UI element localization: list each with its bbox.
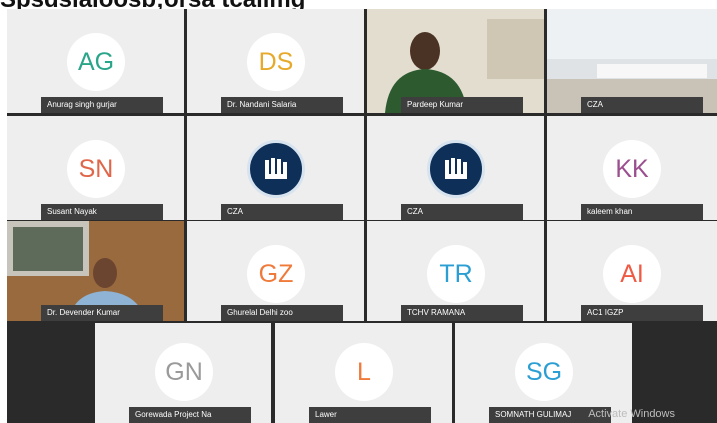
avatar: SN bbox=[67, 140, 125, 198]
video-grid: AG Anurag singh gurjar DS Dr. Nandani Sa… bbox=[7, 9, 717, 423]
avatar-initials: SN bbox=[78, 154, 114, 183]
avatar-initials: L bbox=[357, 357, 371, 386]
participant-tile-video[interactable]: Pardeep Kumar bbox=[367, 9, 544, 113]
participant-name: Pardeep Kumar bbox=[401, 97, 523, 113]
avatar: L bbox=[335, 343, 393, 401]
participant-tile[interactable]: TR TCHV RAMANA bbox=[367, 221, 544, 321]
cza-logo-icon bbox=[427, 140, 485, 198]
avatar: DS bbox=[247, 33, 305, 91]
avatar-initials: KK bbox=[615, 154, 649, 183]
participant-name: Anurag singh gurjar bbox=[41, 97, 163, 113]
participant-name: AC1 IGZP bbox=[581, 305, 703, 321]
participant-name: Ghurelal Delhi zoo bbox=[221, 305, 343, 321]
participant-name: CZA bbox=[221, 204, 343, 220]
participant-tile[interactable]: AG Anurag singh gurjar bbox=[7, 9, 184, 113]
avatar: GN bbox=[155, 343, 213, 401]
participant-name: Susant Nayak bbox=[41, 204, 163, 220]
avatar: SG bbox=[515, 343, 573, 401]
hand-icon bbox=[445, 158, 467, 179]
avatar-initials: TR bbox=[439, 259, 473, 288]
participant-name: kaleem khan bbox=[581, 204, 703, 220]
participant-tile[interactable]: KK kaleem khan bbox=[547, 116, 717, 220]
avatar: AI bbox=[603, 245, 661, 303]
avatar-initials: GN bbox=[165, 357, 203, 386]
participant-name: CZA bbox=[401, 204, 523, 220]
cza-logo-icon bbox=[247, 140, 305, 198]
participant-name: Lawer bbox=[309, 407, 431, 423]
avatar: TR bbox=[427, 245, 485, 303]
participant-tile[interactable]: CZA bbox=[187, 116, 364, 220]
participant-name: Gorewada Project Na bbox=[129, 407, 251, 423]
avatar-initials: DS bbox=[258, 47, 294, 76]
participant-tile[interactable]: AI AC1 IGZP bbox=[547, 221, 717, 321]
participant-name: Dr. Devender Kumar bbox=[41, 305, 163, 321]
participant-tile[interactable]: CZA bbox=[367, 116, 544, 220]
avatar: KK bbox=[603, 140, 661, 198]
avatar-initials: SG bbox=[525, 357, 563, 386]
participant-tile[interactable]: GN Gorewada Project Na bbox=[95, 323, 271, 423]
hand-icon bbox=[265, 158, 287, 179]
participant-tile[interactable]: DS Dr. Nandani Salaria bbox=[187, 9, 364, 113]
avatar: AG bbox=[67, 33, 125, 91]
participant-name: TCHV RAMANA bbox=[401, 305, 523, 321]
participant-name: CZA bbox=[581, 97, 703, 113]
participant-tile-video[interactable]: CZA bbox=[547, 9, 717, 113]
avatar-initials: AG bbox=[77, 47, 115, 76]
activate-windows-watermark: Activate Windows bbox=[588, 408, 675, 420]
participant-name: Dr. Nandani Salaria bbox=[221, 97, 343, 113]
participant-tile-video[interactable]: Dr. Devender Kumar bbox=[7, 221, 184, 321]
avatar-initials: AI bbox=[620, 259, 644, 288]
participant-tile[interactable]: SN Susant Nayak bbox=[7, 116, 184, 220]
avatar: GZ bbox=[247, 245, 305, 303]
avatar-initials: GZ bbox=[258, 259, 294, 288]
participant-tile[interactable]: GZ Ghurelal Delhi zoo bbox=[187, 221, 364, 321]
participant-tile[interactable]: L Lawer bbox=[275, 323, 452, 423]
